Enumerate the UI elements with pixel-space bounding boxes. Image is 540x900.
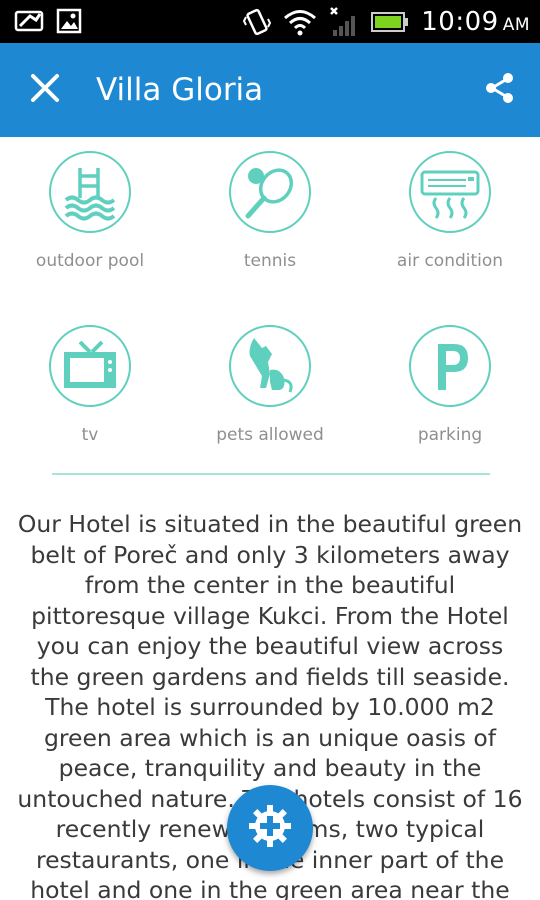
close-icon: [30, 73, 60, 108]
battery-icon: [371, 11, 409, 33]
clock: 10:09 AM: [421, 7, 530, 37]
status-bar: 10:09 AM: [0, 0, 540, 43]
add-button[interactable]: [227, 785, 313, 871]
clock-time: 10:09: [421, 7, 499, 37]
amenity-label: outdoor pool: [35, 251, 145, 271]
amenity-outdoor-pool: outdoor pool: [0, 151, 180, 271]
add-gear-icon: [246, 802, 294, 855]
amenity-pets-allowed: pets allowed: [180, 325, 360, 445]
page-title: Villa Gloria: [96, 72, 264, 108]
share-button[interactable]: [476, 67, 522, 113]
amenity-tennis: tennis: [180, 151, 360, 271]
pool-icon: [49, 151, 131, 233]
app-bar: Villa Gloria: [0, 43, 540, 137]
amenity-label: air condition: [396, 251, 504, 271]
gallery-icon: [56, 8, 82, 34]
signal-icon: [329, 6, 359, 38]
amenity-label: pets allowed: [216, 425, 324, 445]
tennis-icon: [229, 151, 311, 233]
air-condition-icon: [409, 151, 491, 233]
divider: [52, 473, 490, 475]
share-icon: [483, 72, 515, 109]
parking-icon: [409, 325, 491, 407]
tv-icon: [49, 325, 131, 407]
clock-ampm: AM: [502, 15, 530, 35]
amenity-label: tennis: [243, 251, 297, 271]
amenity-label: tv: [81, 425, 99, 445]
notification-icon: [14, 8, 46, 34]
pet-icon: [229, 325, 311, 407]
wifi-icon: [283, 8, 317, 36]
amenity-parking: parking: [360, 325, 540, 445]
vibrate-icon: [243, 7, 272, 37]
amenity-label: parking: [417, 425, 483, 445]
amenity-tv: tv: [0, 325, 180, 445]
close-button[interactable]: [20, 65, 70, 115]
amenity-air-condition: air condition: [360, 151, 540, 271]
